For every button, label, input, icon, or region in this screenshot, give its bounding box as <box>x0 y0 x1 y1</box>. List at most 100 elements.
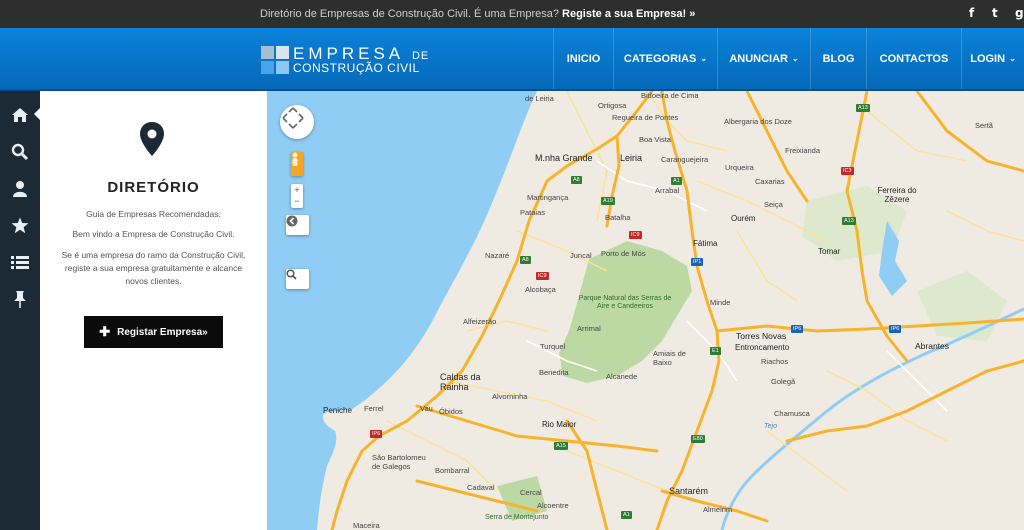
road-shield: E1 <box>710 347 721 355</box>
search-icon <box>286 269 297 280</box>
map-label: Benedita <box>539 368 569 377</box>
map-label: Arrimal <box>577 324 601 333</box>
map-label: Amiais de Baixo <box>653 349 686 367</box>
road-shield: A8 <box>520 256 531 264</box>
logo-square-3 <box>261 61 274 74</box>
map-label: Urqueira <box>725 163 754 172</box>
map-label: Tejo <box>764 423 777 430</box>
map-label: Fátima <box>693 239 718 248</box>
map-zoom-control: + − <box>291 184 303 208</box>
map-label: Cadaval <box>467 483 495 492</box>
road-shield: IP1 <box>691 258 704 266</box>
search-icon <box>11 143 29 161</box>
road-shield: E80 <box>691 435 705 443</box>
map-label: Regueira de Pontes <box>612 113 679 122</box>
map-label: Cercal <box>520 488 542 497</box>
directory-title: DIRETÓRIO <box>107 179 200 196</box>
nav-login[interactable]: LOGIN ⌄ <box>961 28 1024 89</box>
map-label: Freixianda <box>785 146 821 155</box>
chevron-down-icon: ⌄ <box>791 54 799 63</box>
map-label: Bidoeira de Cima <box>641 91 699 100</box>
map-view[interactable]: de Leiria Ortigosa Regueira de Pontes Bo… <box>267 91 1024 530</box>
home-icon <box>12 108 28 122</box>
map-label: Minde <box>710 298 731 307</box>
directory-tagline: Guia de Empresas Recomendadas. <box>86 209 221 219</box>
logo-text-line2: CONSTRUÇÃO CIVIL <box>293 61 420 75</box>
map-label: Alcobaça <box>525 285 556 294</box>
map-search-button[interactable] <box>286 269 309 289</box>
map-pan-control[interactable] <box>280 105 314 139</box>
road-shield: IC9 <box>536 272 549 280</box>
map-label: Leiria <box>620 153 643 163</box>
map-back-button[interactable] <box>286 215 309 235</box>
road-shield: A1 <box>621 511 632 519</box>
announcement-text: Diretório de Empresas de Construção Civi… <box>260 8 695 20</box>
nav-categorias[interactable]: CATEGORIAS ⌄ <box>613 28 717 89</box>
map-label: Riachos <box>761 357 789 366</box>
map-label: M.nha Grande <box>535 153 593 163</box>
nav-inicio[interactable]: INICIO <box>553 28 613 89</box>
map-label: Alcoentre <box>537 501 569 510</box>
map-label: Martingança <box>527 193 569 202</box>
map-label: Juncal <box>570 251 592 260</box>
map-label: Entroncamento <box>735 343 790 352</box>
map-label: Arrabal <box>655 186 680 195</box>
pin-icon <box>14 291 26 308</box>
facebook-icon[interactable]: f <box>969 6 974 20</box>
register-company-link[interactable]: Registe a sua Empresa! » <box>562 8 695 20</box>
announcement-message: Diretório de Empresas de Construção Civi… <box>260 8 559 20</box>
map-label: Vau <box>420 404 433 413</box>
register-company-button[interactable]: ✚ Registar Empresa» <box>84 316 223 348</box>
plus-icon: ✚ <box>99 324 111 339</box>
map-label: Caldas da Rainha <box>440 372 481 392</box>
circle-arrow-left-icon <box>286 215 298 227</box>
nav-anunciar[interactable]: ANUNCIAR ⌄ <box>717 28 810 89</box>
road-shield: A8 <box>571 176 582 184</box>
map-label: Ferrel <box>364 404 384 413</box>
sidebar-favorites[interactable] <box>0 207 40 243</box>
map-label: Chamusca <box>774 409 810 418</box>
map-marker-icon <box>140 122 164 156</box>
map-label: Alcanede <box>606 372 638 381</box>
map-label: Rio Maior <box>542 420 577 429</box>
sidebar-list[interactable] <box>0 244 40 280</box>
logo-square-4 <box>276 61 289 74</box>
sidebar-search[interactable] <box>0 134 40 170</box>
road-shield: A1 <box>671 177 682 185</box>
map-label: Batalha <box>605 213 631 222</box>
site-logo[interactable]: EMPRESA DE CONSTRUÇÃO CIVIL <box>261 44 428 78</box>
map-label: Caxarias <box>755 177 785 186</box>
map-label: Pataias <box>520 208 546 217</box>
map-label: Alfeizerão <box>463 317 497 326</box>
road-shield: A13 <box>856 104 870 112</box>
map-label: São Bartolomeu de Galegos <box>372 453 426 471</box>
nav-contactos[interactable]: CONTACTOS <box>866 28 961 89</box>
map-label: Ferreira do Zêzere <box>877 186 917 204</box>
map-label: Torres Novas <box>736 331 787 341</box>
map-label: Maceira <box>353 521 380 530</box>
map-label: de Leiria <box>525 94 554 103</box>
site-header: EMPRESA DE CONSTRUÇÃO CIVIL INICIO CATEG… <box>0 28 1024 91</box>
map-label: Peniche <box>323 406 352 415</box>
star-icon <box>11 217 29 233</box>
map-label: Porto de Mós <box>601 249 646 258</box>
map-label: Turquel <box>540 342 566 351</box>
map-label: Alvorninha <box>492 392 528 401</box>
road-shield: IP6 <box>889 325 902 333</box>
map-label: Golegã <box>771 377 796 386</box>
map-label: Serra de Montejunto <box>485 514 549 521</box>
twitter-icon[interactable]: t <box>992 6 998 20</box>
sidebar-pinned[interactable] <box>0 281 40 317</box>
directory-welcome: Bem vindo a Empresa de Construção Civil. <box>72 229 235 239</box>
nav-blog[interactable]: BLOG <box>810 28 866 89</box>
user-icon <box>13 180 27 197</box>
google-plus-icon[interactable]: g <box>1015 6 1024 20</box>
zoom-out-button[interactable]: − <box>294 196 299 207</box>
map-label: Almeirim <box>703 505 733 514</box>
street-view-pegman-icon[interactable] <box>291 152 303 176</box>
sidebar-home[interactable] <box>0 97 41 133</box>
sidebar-user[interactable] <box>0 170 40 206</box>
zoom-in-button[interactable]: + <box>294 185 299 196</box>
map-label: Caranguejeira <box>661 155 709 164</box>
map-label: Ourém <box>731 214 756 223</box>
